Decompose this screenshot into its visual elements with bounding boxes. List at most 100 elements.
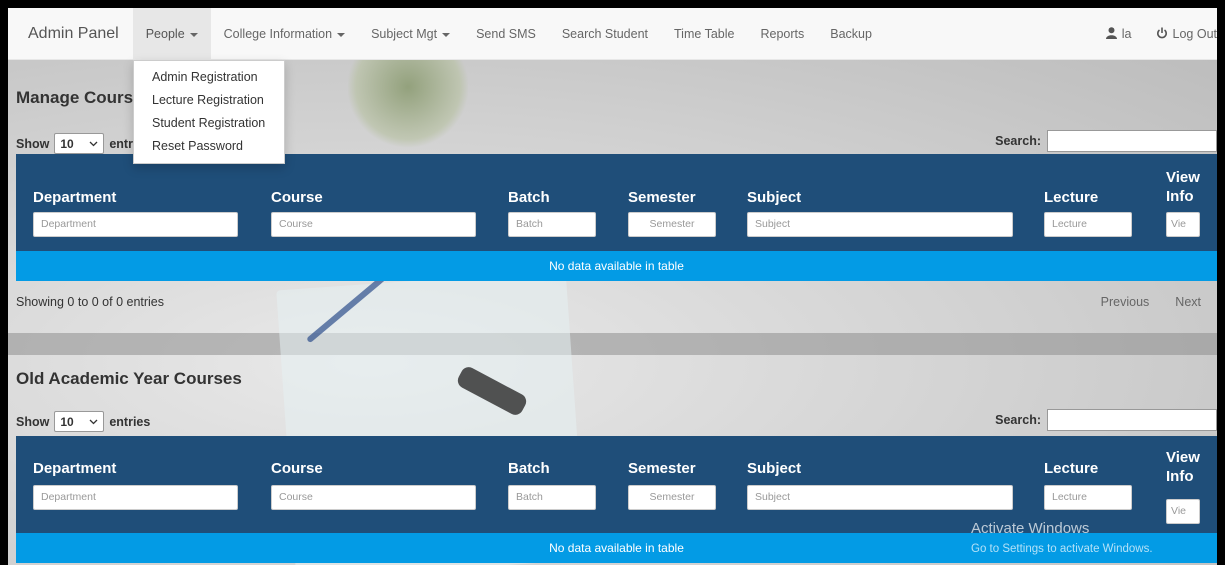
filter-department[interactable]: Department [33,485,238,510]
col-label: Semester [628,189,696,206]
col-label: Department [33,460,117,477]
nav-college-information-label: College Information [223,26,333,41]
pagination: Previous Next [1101,295,1201,309]
col-label: Department [33,189,117,206]
nav-search-student[interactable]: Search Student [549,8,661,60]
background-plant [348,60,468,150]
manage-courses-length: Show 10 entries [16,133,150,154]
col-label: Lecture [1044,189,1099,206]
background-band [8,333,1217,355]
nav-people[interactable]: People [132,8,211,60]
user-label: la [1121,27,1132,41]
show-label: Show [16,414,50,429]
show-label: Show [16,136,50,151]
nav-college-information[interactable]: College Information [211,8,358,60]
filter-lecture[interactable]: Lecture [1044,212,1132,237]
nav-reports[interactable]: Reports [747,8,817,60]
old-courses-search: Search: [995,409,1217,431]
caret-down-icon [442,32,451,37]
nav-logout[interactable]: Log Out [1144,8,1217,60]
search-input[interactable] [1047,130,1217,152]
people-dropdown-menu: Admin Registration Lecture Registration … [133,60,285,164]
col-label: Course [271,460,323,477]
activate-windows-subtitle: Go to Settings to activate Windows. [971,543,1153,555]
logout-label: Log Out [1172,27,1217,41]
col-course[interactable]: Course [271,189,323,206]
filter-semester[interactable]: Semester [628,212,716,237]
brand-link[interactable]: Admin Panel [8,25,133,43]
next-button[interactable]: Next [1175,295,1201,309]
col-lecture[interactable]: Lecture [1044,189,1098,206]
col-subject[interactable]: Subject [747,460,801,477]
col-department[interactable]: Department [33,189,116,206]
manage-courses-search: Search: [995,130,1217,152]
page-size-select[interactable]: 10 [54,411,105,432]
table-info: Showing 0 to 0 of 0 entries [16,295,165,309]
search-label: Search: [995,134,1041,148]
menu-item-student-registration[interactable]: Student Registration [134,112,284,135]
filter-subject[interactable]: Subject [747,212,1013,237]
menu-item-lecture-registration[interactable]: Lecture Registration [134,89,284,112]
col-label: Subject [747,460,802,477]
col-semester[interactable]: Semester [628,460,696,477]
manage-courses-title: Manage Courses [16,88,153,107]
col-view-info[interactable]: View Info [1166,168,1206,206]
filter-course[interactable]: Course [271,212,476,237]
top-navbar: Admin Panel People College Information S… [8,8,1217,60]
filter-semester[interactable]: Semester [628,485,716,510]
previous-button[interactable]: Previous [1101,295,1150,309]
old-courses-table-header: Department Course Batch Semester Subject… [16,436,1217,533]
nav-subject-mgt[interactable]: Subject Mgt [358,8,463,60]
page-size-value: 10 [60,136,74,151]
menu-item-reset-password[interactable]: Reset Password [134,135,284,158]
filter-view-info[interactable]: Vie [1166,499,1200,524]
filter-lecture[interactable]: Lecture [1044,485,1132,510]
col-label: Batch [508,189,550,206]
filter-subject[interactable]: Subject [747,485,1013,510]
col-label: Course [271,189,323,206]
col-batch[interactable]: Batch [508,189,550,206]
app-frame: Admin Panel People College Information S… [8,8,1217,565]
nav-people-label: People [145,26,185,41]
activate-windows-title: Activate Windows [971,520,1090,537]
chevron-down-icon [89,141,98,146]
chevron-down-icon [89,419,98,424]
search-label: Search: [995,413,1041,427]
col-lecture[interactable]: Lecture [1044,460,1098,477]
col-label: View Info [1166,169,1200,205]
power-icon [1156,27,1168,42]
caret-down-icon [337,32,346,37]
col-subject[interactable]: Subject [747,189,801,206]
nav-subject-mgt-label: Subject Mgt [371,26,438,41]
search-input[interactable] [1047,409,1217,431]
entries-label: entries [109,414,151,429]
filter-department[interactable]: Department [33,212,238,237]
empty-row: No data available in table [16,251,1217,281]
col-label: View Info [1166,449,1200,485]
old-courses-length: Show 10 entries [16,411,150,432]
col-batch[interactable]: Batch [508,460,550,477]
col-department[interactable]: Department [33,460,116,477]
col-label: Semester [628,460,696,477]
filter-course[interactable]: Course [271,485,476,510]
nav-backup[interactable]: Backup [817,8,885,60]
nav-send-sms[interactable]: Send SMS [463,8,549,60]
col-label: Subject [747,189,802,206]
filter-view-info[interactable]: Vie [1166,212,1200,237]
nav-user[interactable]: la [1094,8,1144,60]
filter-batch[interactable]: Batch [508,212,596,237]
nav-right: la Log Out [1094,8,1217,60]
menu-item-admin-registration[interactable]: Admin Registration [134,66,284,89]
old-courses-title: Old Academic Year Courses [16,369,242,388]
col-view-info[interactable]: View Info [1166,448,1206,486]
col-semester[interactable]: Semester [628,189,696,206]
caret-down-icon [189,32,198,37]
nav-time-table[interactable]: Time Table [661,8,747,60]
page-size-select[interactable]: 10 [54,133,105,154]
filter-batch[interactable]: Batch [508,485,596,510]
manage-courses-table-header: Department Course Batch Semester Subject… [16,154,1217,251]
user-icon [1105,26,1117,42]
col-label: Batch [508,460,550,477]
page-size-value: 10 [60,414,74,429]
col-course[interactable]: Course [271,460,323,477]
